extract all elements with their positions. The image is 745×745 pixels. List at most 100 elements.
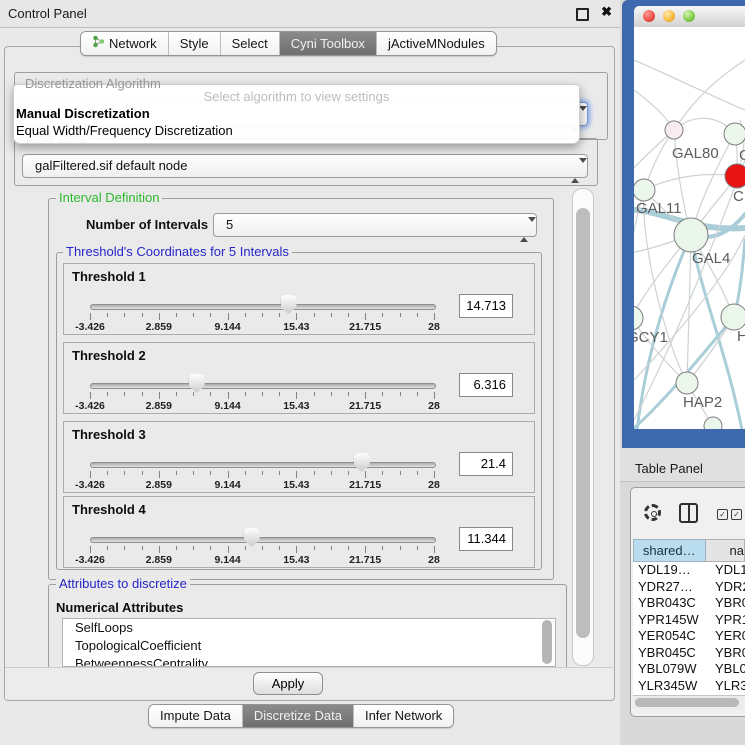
attribute-item[interactable]: BetweennessCentrality (63, 655, 555, 667)
slider-tick (245, 471, 246, 475)
threshold-slider-track[interactable] (90, 462, 436, 468)
slider-scale-label: 2.859 (129, 479, 189, 491)
slider-tick (142, 392, 143, 396)
tab-style[interactable]: Style (168, 32, 220, 55)
node-label: G. (739, 147, 745, 164)
panel-scrollbar-thumb[interactable] (576, 208, 590, 638)
threshold-value-field[interactable]: 21.4 (459, 452, 513, 476)
attribute-item[interactable]: SelfLoops (63, 619, 555, 637)
network-node-GAL11[interactable] (634, 179, 655, 201)
column-header-name[interactable]: na (706, 539, 745, 562)
slider-scale-label: 2.859 (129, 400, 189, 412)
slider-scale-label: 28 (404, 479, 464, 491)
table-cell: YBR04 (707, 645, 745, 662)
table-cell: YER05 (707, 628, 745, 645)
attributes-scrollbar-thumb[interactable] (542, 620, 552, 664)
slider-tick (417, 313, 418, 317)
close-traffic-light-icon[interactable] (643, 10, 655, 22)
split-columns-icon[interactable] (679, 503, 698, 523)
threshold-value-field[interactable]: 11.344 (459, 527, 513, 551)
zoom-traffic-light-icon[interactable] (683, 10, 695, 22)
table-row[interactable]: YDL19…YDL19 (633, 562, 745, 579)
slider-scale-label: 9.144 (198, 479, 258, 491)
table-row[interactable]: YBR045CYBR04 (633, 645, 745, 662)
table-row[interactable]: YBL079WYBL07 (633, 661, 745, 678)
slider-tick (245, 546, 246, 550)
tab-cyni-toolbox[interactable]: Cyni Toolbox (279, 32, 376, 55)
checkbox-icon-2[interactable]: ✓ (731, 509, 742, 520)
attribute-item[interactable]: TopologicalCoefficient (63, 637, 555, 655)
table-row[interactable]: YBR043CYBR04 (633, 595, 745, 612)
slider-tick (365, 392, 366, 399)
slider-tick (434, 546, 435, 553)
tab-infer-network[interactable]: Infer Network (353, 705, 453, 727)
threshold-slider-thumb[interactable] (281, 295, 297, 314)
slider-tick (382, 546, 383, 550)
slider-tick (107, 471, 108, 475)
threshold-value-field[interactable]: 6.316 (459, 373, 513, 397)
threshold-slider-thumb[interactable] (354, 453, 370, 472)
tab-network[interactable]: Network (81, 32, 168, 55)
slider-scale-label: 21.715 (335, 400, 395, 412)
gear-icon[interactable] (644, 504, 661, 521)
thresholds-group-label: Threshold's Coordinates for 5 Intervals (63, 245, 292, 258)
float-panel-icon[interactable] (576, 8, 589, 21)
attributes-group-label: Attributes to discretize (56, 577, 190, 590)
network-node-GAL4[interactable] (674, 218, 708, 252)
tab-jactivemnodules[interactable]: jActiveMNodules (376, 32, 496, 55)
network-node[interactable] (704, 417, 722, 429)
network-node-H[interactable] (721, 304, 745, 330)
table-cell: YER054C (633, 628, 707, 645)
checkbox-icon-1[interactable]: ✓ (717, 509, 728, 520)
minimize-traffic-light-icon[interactable] (663, 10, 675, 22)
table-row[interactable]: YLR345WYLR34 (633, 678, 745, 695)
network-node-HAP2[interactable] (676, 372, 698, 394)
table-panel-titlebar: Table Panel (620, 448, 745, 482)
slider-scale-label: 21.715 (335, 321, 395, 333)
slider-tick (245, 392, 246, 396)
network-view-window[interactable]: GAL80G.CGAL11GAL4GCY1HHAP2 (622, 0, 745, 448)
table-row[interactable]: YPR145WYPR14 (633, 612, 745, 629)
threshold-slider-thumb[interactable] (244, 528, 260, 547)
network-node-GAL80[interactable] (665, 121, 683, 139)
threshold-slider-track[interactable] (90, 537, 436, 543)
column-header-shared-name[interactable]: shared… (633, 539, 706, 562)
tab-discretize-data[interactable]: Discretize Data (242, 705, 353, 727)
table-row[interactable]: YDR27…YDR27 (633, 579, 745, 596)
slider-tick (348, 546, 349, 550)
apply-button[interactable]: Apply (253, 672, 323, 695)
network-node-GCY1[interactable] (634, 306, 643, 330)
table-hscrollbar-track[interactable] (633, 695, 745, 709)
combobox-stepper-icon (571, 160, 580, 182)
popup-option-manual-discretization[interactable]: Manual Discretization (16, 106, 150, 121)
network-canvas[interactable]: GAL80G.CGAL11GAL4GCY1HHAP2 (634, 27, 745, 429)
network-node-G[interactable] (724, 123, 745, 145)
threshold-slider-track[interactable] (90, 304, 436, 310)
slider-tick (176, 546, 177, 550)
tab-select[interactable]: Select (220, 32, 279, 55)
popup-option-equal-width-frequency[interactable]: Equal Width/Frequency Discretization (16, 123, 233, 138)
numerical-attributes-list[interactable]: SelfLoopsTopologicalCoefficientBetweenne… (62, 618, 556, 667)
table-cell: YDL19… (633, 562, 707, 579)
discretization-algorithm-label: Discretization Algorithm (22, 77, 164, 90)
slider-tick (314, 313, 315, 317)
node-label: H (737, 328, 745, 345)
table-cell: YBR043C (633, 595, 707, 612)
slider-tick (142, 471, 143, 475)
threshold-slider-thumb[interactable] (189, 374, 205, 393)
threshold-slider-track[interactable] (90, 383, 436, 389)
network-node-C[interactable] (725, 164, 745, 188)
table-row[interactable]: YER054CYER05 (633, 628, 745, 645)
slider-tick (434, 392, 435, 399)
slider-scale-label: 21.715 (335, 554, 395, 566)
threshold-value-field[interactable]: 14.713 (459, 294, 513, 318)
tab-impute-data[interactable]: Impute Data (149, 705, 242, 727)
threshold-panel-1: Threshold 1-3.4262.8599.14415.4321.71528… (63, 263, 535, 335)
network-window-titlebar[interactable] (634, 6, 745, 28)
table-hscrollbar-thumb[interactable] (635, 698, 739, 707)
slider-tick (176, 392, 177, 396)
table-cell: YBR04 (707, 595, 745, 612)
close-panel-icon[interactable]: ✖ (601, 4, 612, 20)
table-data-combobox[interactable]: galFiltered.sif default node (22, 154, 588, 178)
number-of-intervals-combobox[interactable]: 5 (213, 213, 537, 237)
